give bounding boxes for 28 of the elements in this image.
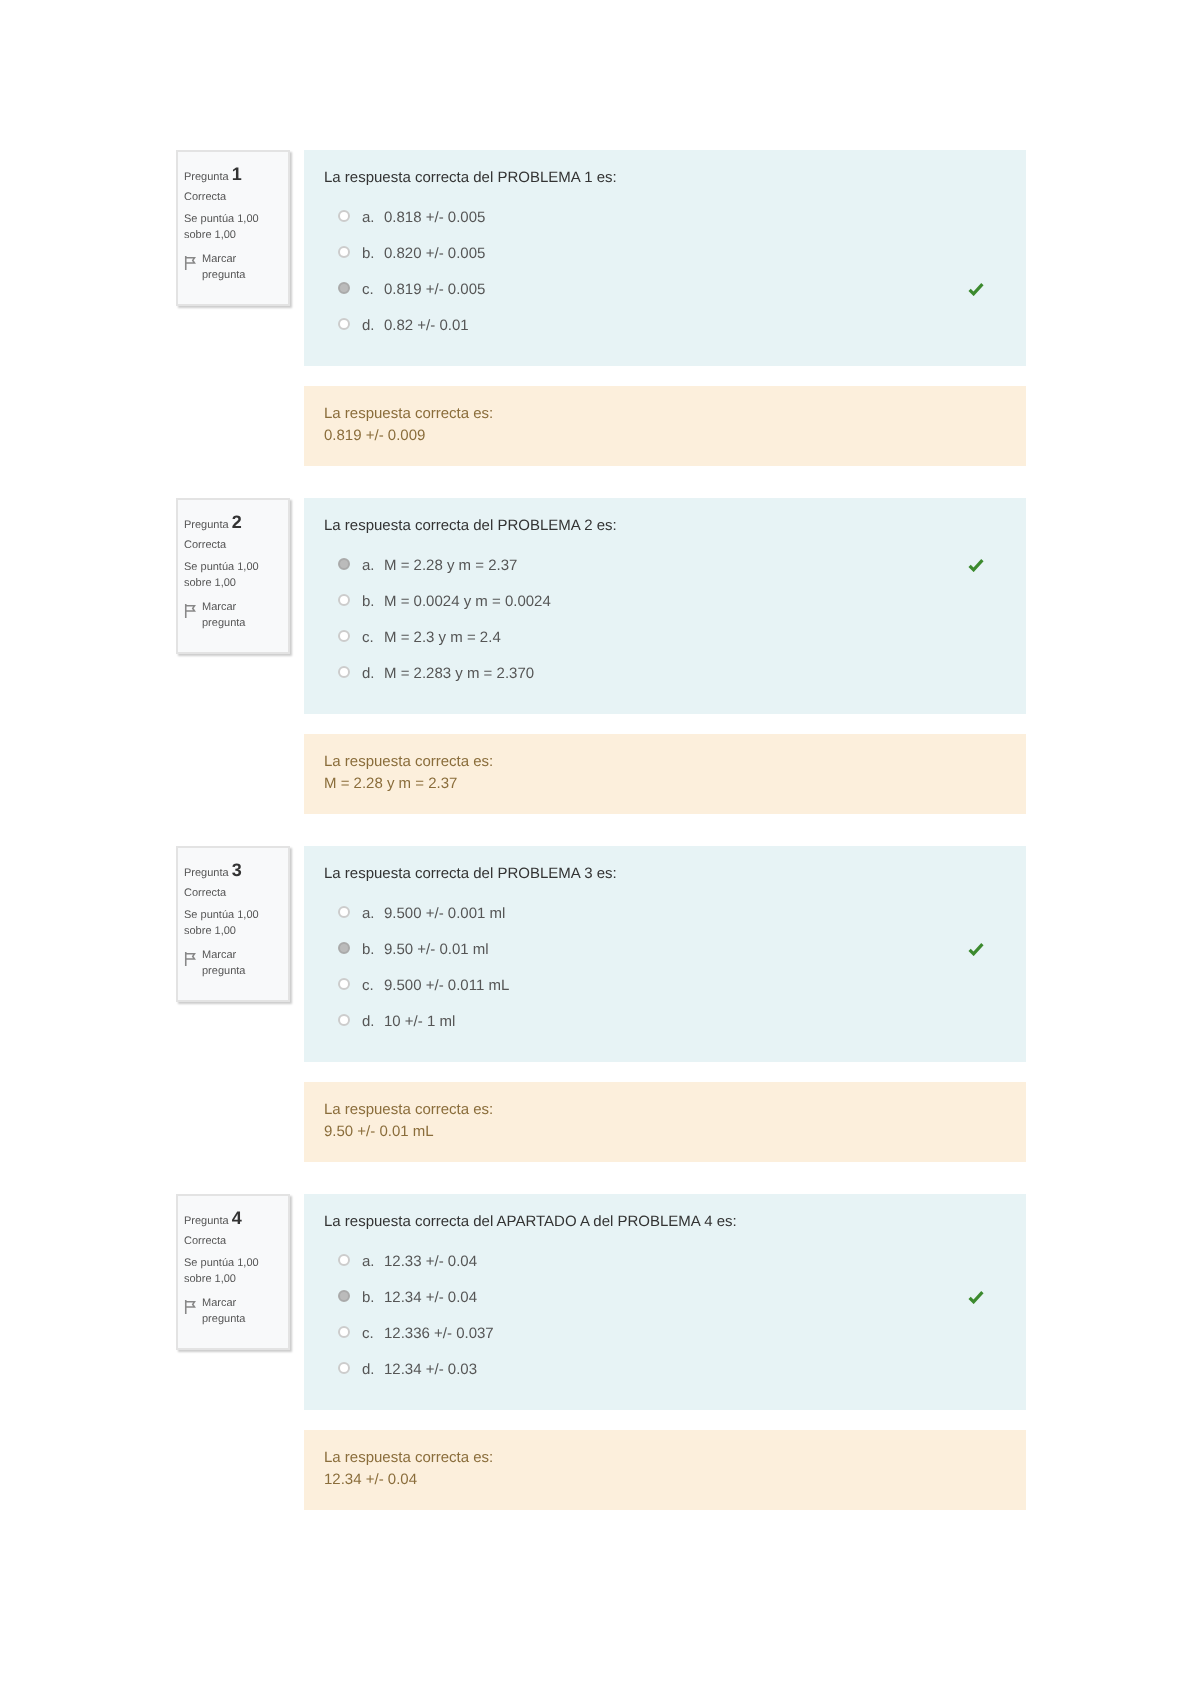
check-icon <box>968 941 984 955</box>
radio-button[interactable] <box>338 630 350 642</box>
question-number: 2 <box>231 512 242 532</box>
flag-icon[interactable] <box>184 603 198 618</box>
flag-icon[interactable] <box>184 255 198 270</box>
question-number: 4 <box>231 1208 242 1228</box>
radio-button[interactable] <box>338 1290 350 1302</box>
question-number: 3 <box>231 860 242 880</box>
check-icon <box>968 1289 984 1303</box>
check-icon <box>968 281 984 295</box>
radio-button[interactable] <box>338 978 350 990</box>
radio-button[interactable] <box>338 906 350 918</box>
radio-button[interactable] <box>338 594 350 606</box>
radio-button[interactable] <box>338 318 350 330</box>
radio-button[interactable] <box>338 1254 350 1266</box>
radio-button[interactable] <box>338 666 350 678</box>
radio-button[interactable] <box>338 558 350 570</box>
radio-button[interactable] <box>338 210 350 222</box>
flag-icon[interactable] <box>184 951 198 966</box>
check-icon <box>968 557 984 571</box>
radio-button[interactable] <box>338 246 350 258</box>
question-number: 1 <box>231 164 242 184</box>
radio-button[interactable] <box>338 1362 350 1374</box>
flag-icon[interactable] <box>184 1299 198 1314</box>
radio-button[interactable] <box>338 942 350 954</box>
radio-button[interactable] <box>338 1014 350 1026</box>
radio-button[interactable] <box>338 1326 350 1338</box>
radio-button[interactable] <box>338 282 350 294</box>
